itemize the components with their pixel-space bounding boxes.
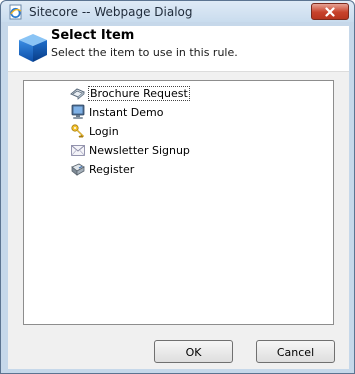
tree-item-login[interactable]: Login	[70, 122, 119, 140]
tree-item-label: Newsletter Signup	[89, 143, 190, 157]
brochure-icon	[70, 88, 85, 100]
close-x-icon	[325, 6, 335, 17]
ok-button[interactable]: OK	[154, 340, 233, 363]
envelope-icon	[71, 145, 85, 156]
dialog-subtitle: Select the item to use in this rule.	[51, 46, 238, 59]
tree-item-brochure-request[interactable]: Brochure Request	[70, 84, 190, 102]
monitor-icon	[71, 104, 85, 119]
dialog-content: Select Item Select the item to use in th…	[8, 26, 349, 369]
ie-page-icon	[9, 4, 22, 20]
cancel-button[interactable]: Cancel	[256, 340, 335, 363]
title-bar[interactable]: Sitecore -- Webpage Dialog	[1, 1, 354, 22]
dialog-window: Sitecore -- Webpage Dialog Select Item S…	[0, 0, 355, 374]
item-tree[interactable]: Brochure Request Instant Demo Login News…	[23, 80, 334, 325]
tree-item-label: Brochure Request	[88, 85, 190, 101]
tree-item-register[interactable]: Register	[70, 160, 134, 178]
tree-item-label: Login	[89, 124, 119, 138]
blue-cube-icon	[19, 34, 47, 62]
tree-item-label: Register	[89, 162, 135, 176]
register-icon	[71, 163, 85, 176]
tree-item-instant-demo[interactable]: Instant Demo	[70, 103, 163, 121]
tree-item-label: Instant Demo	[89, 105, 164, 119]
dialog-header: Select Item Select the item to use in th…	[8, 26, 349, 72]
tree-item-newsletter-signup[interactable]: Newsletter Signup	[70, 141, 190, 159]
close-button[interactable]	[311, 3, 349, 20]
window-title: Sitecore -- Webpage Dialog	[29, 5, 193, 19]
dialog-title: Select Item	[51, 28, 135, 43]
keys-icon	[71, 124, 84, 138]
